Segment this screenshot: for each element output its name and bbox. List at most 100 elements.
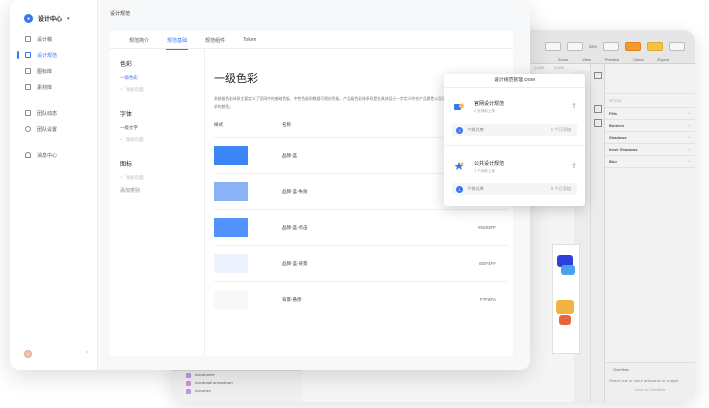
color-name: 品牌-蓝-点击 xyxy=(282,225,308,230)
color-hex: EEF4FF xyxy=(479,261,496,266)
plus-icon: + xyxy=(120,175,123,180)
section-label: Borders xyxy=(609,123,625,128)
sidebar-item-assets[interactable]: 素材库 xyxy=(10,79,98,95)
catalog-item-primary-text[interactable]: 一级文字 xyxy=(120,125,204,131)
library-card[interactable]: 官网设计规范 2 分钟前上传 ⇪ 2 个样式库 1 个已添加 xyxy=(444,88,585,144)
sidebar-item-label: 素材库 xyxy=(37,84,53,91)
symbol-icon xyxy=(186,372,191,378)
alignment-row[interactable] xyxy=(605,64,695,94)
sidebar-item-messages[interactable]: 消息中心 xyxy=(10,147,98,163)
library-icon[interactable] xyxy=(594,119,602,127)
page-description: 系统级色彩体系主要定义了官网中的基础色板、中性色板和数据可视化色板。产品级色彩体… xyxy=(214,97,454,109)
brand-logo-icon: ● xyxy=(24,14,33,23)
added-count: 1 个已添加 xyxy=(550,127,571,132)
style-library-row[interactable]: 1 个样式库 0 个已添加 xyxy=(452,183,577,195)
user-avatar[interactable] xyxy=(24,350,32,358)
popup-title: 设计规范管理 DSM xyxy=(444,74,585,88)
sidebar-item-design-spec[interactable]: 设计规范 xyxy=(10,47,98,63)
table-row[interactable]: 背景-悬停 F7F8FA xyxy=(214,281,508,317)
layers-list: Iconshome Iconsmall arrowdown Iconchev xyxy=(172,370,302,402)
sidebar-item-label: 团队动态 xyxy=(37,110,58,117)
upload-icon[interactable]: ⇪ xyxy=(571,162,577,170)
add-icon[interactable]: + xyxy=(689,108,691,120)
catalog-item-primary-color[interactable]: 一级色彩 xyxy=(120,75,204,81)
sidebar-item-label: 设计稿 xyxy=(37,36,53,43)
catalog-title: 色彩 xyxy=(120,62,133,68)
layer-item[interactable]: Iconsmall arrowdown xyxy=(172,379,302,387)
catalog-group-color: 色彩 一级色彩 + 添加页面 xyxy=(120,59,204,93)
export-button[interactable] xyxy=(669,42,685,51)
layer-label: Iconshome xyxy=(195,372,215,377)
add-icon[interactable]: + xyxy=(689,132,691,144)
color-name: 品牌-蓝-背景 xyxy=(282,261,308,266)
plus-icon: + xyxy=(120,87,123,92)
sidebar: ● 设计中心 ▾ 设计稿 设计规范 图标库 素材库 团队动态 团队设置 消息中心… xyxy=(10,0,98,370)
layer-item[interactable]: Iconchev xyxy=(172,387,302,395)
toolbar-label: Zoom xyxy=(558,57,569,62)
table-row[interactable]: 品牌-蓝-点击 #5293FF xyxy=(214,209,508,245)
sidebar-item-label: 设计规范 xyxy=(37,52,58,59)
fills-section[interactable]: Fills + xyxy=(605,108,695,120)
cloud-button[interactable] xyxy=(647,42,663,51)
overflow-panel: Overflow Select one or more artboards or… xyxy=(605,362,695,402)
sidebar-item-design-drafts[interactable]: 设计稿 xyxy=(10,31,98,47)
cloud-icon xyxy=(454,103,464,110)
style-library-row[interactable]: 2 个样式库 1 个已添加 xyxy=(452,124,577,136)
upload-icon[interactable] xyxy=(594,72,602,79)
brand-switcher[interactable]: ● 设计中心 ▾ xyxy=(24,14,70,23)
add-page-button[interactable]: + 添加页面 xyxy=(120,137,204,143)
inner-shadows-section[interactable]: Inner Shadows + xyxy=(605,144,695,156)
layer-label: Iconsmall arrowdown xyxy=(195,380,233,385)
symbol-icon xyxy=(186,388,191,394)
catalog-title: 字体 xyxy=(120,112,133,118)
add-icon[interactable]: + xyxy=(689,144,691,156)
table-row[interactable]: 品牌-蓝-背景 EEF4FF xyxy=(214,245,508,281)
blur-section[interactable]: Blur + xyxy=(605,156,695,168)
borders-section[interactable]: Borders + xyxy=(605,120,695,132)
save-to-overflow-button[interactable]: Save to Overflow xyxy=(605,385,695,394)
color-swatch xyxy=(214,254,248,273)
ruler-mark: 1,000 xyxy=(533,65,544,70)
upload-icon[interactable]: ⇪ xyxy=(571,102,577,110)
sidebar-item-icon-library[interactable]: 图标库 xyxy=(10,63,98,79)
caret-down-icon: ▾ xyxy=(67,15,70,22)
add-page-label: 添加页面 xyxy=(125,175,144,180)
sidebar-nav: 设计稿 设计规范 图标库 素材库 团队动态 团队设置 消息中心 xyxy=(10,31,98,163)
sidebar-item-team-settings[interactable]: 团队设置 xyxy=(10,121,98,137)
tab-token[interactable]: Token xyxy=(234,31,265,49)
sidebar-item-team-activity[interactable]: 团队动态 xyxy=(10,105,98,121)
sidebar-item-label: 图标库 xyxy=(37,68,53,75)
tab-components[interactable]: 规范组件 xyxy=(196,31,234,49)
book-icon xyxy=(25,52,31,58)
zoom-value[interactable]: 25% xyxy=(589,44,597,49)
color-hex: F7F8FA xyxy=(479,297,496,302)
tab-foundation[interactable]: 规范基础 xyxy=(158,31,196,50)
plus-icon: + xyxy=(120,137,123,142)
add-icon[interactable]: + xyxy=(689,120,691,132)
library-card[interactable]: 公共设计规范 1 个月前上传 ⇪ 1 个样式库 0 个已添加 xyxy=(444,148,585,204)
tab-introduction[interactable]: 规范简介 xyxy=(120,31,158,49)
toolbar-view-button[interactable] xyxy=(603,42,619,51)
collapse-sidebar-icon[interactable]: ‹ xyxy=(86,350,88,356)
toolbar-group-button[interactable] xyxy=(566,42,583,51)
shadows-section[interactable]: Shadows + xyxy=(605,132,695,144)
add-page-button[interactable]: + 添加页面 xyxy=(120,87,204,93)
column-style: 样式 xyxy=(214,122,223,127)
preview-button[interactable] xyxy=(625,42,641,51)
gear-icon xyxy=(25,126,31,132)
dsm-popup: 设计规范管理 DSM 官网设计规范 2 分钟前上传 ⇪ 2 个样式库 1 个已添… xyxy=(444,74,585,206)
grid-icon[interactable] xyxy=(594,105,602,113)
toolbar-label: Export xyxy=(657,57,670,62)
toolbar-insert-button[interactable] xyxy=(544,42,561,51)
artboard[interactable] xyxy=(552,244,580,354)
layer-item[interactable]: Iconshome xyxy=(172,371,302,379)
add-category-button[interactable]: 添加类别 xyxy=(120,187,204,194)
tab-bar: 规范简介 规范基础 规范组件 Token xyxy=(110,31,513,50)
sidebar-item-label: 团队设置 xyxy=(37,126,58,133)
breadcrumb: 设计规范 xyxy=(110,11,131,17)
section-label: Shadows xyxy=(609,135,627,140)
add-icon[interactable]: + xyxy=(689,156,691,168)
section-label: Blur xyxy=(609,159,617,164)
add-page-button[interactable]: + 添加页面 xyxy=(120,175,204,181)
screen: 25% Zoom View Preview Cloud Export 1,000… xyxy=(0,0,709,408)
